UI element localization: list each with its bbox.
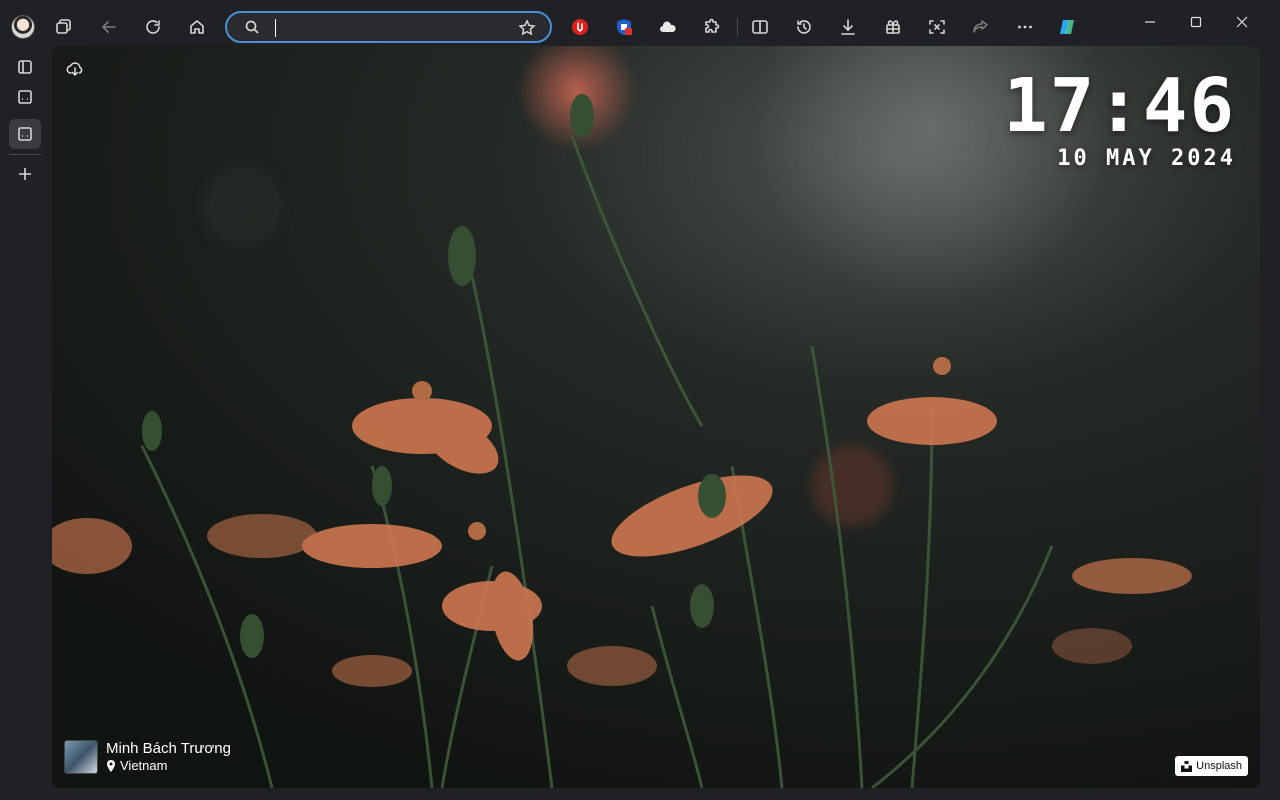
- unsplash-label: Unsplash: [1196, 760, 1242, 772]
- photographer-name[interactable]: Minh Bách Trương: [106, 740, 231, 758]
- clock-time: 17:46: [1003, 63, 1236, 149]
- unsplash-logo-icon: [1181, 760, 1193, 772]
- minimize-icon[interactable]: [1127, 8, 1173, 36]
- photo-credit[interactable]: Minh Bách Trương Vietnam: [64, 740, 231, 774]
- clock-widget: 17:46 10 MAY 2024: [1003, 66, 1236, 172]
- profile-avatar[interactable]: [11, 15, 35, 39]
- history-icon[interactable]: [788, 11, 820, 43]
- location-pin-icon: [107, 760, 115, 772]
- photo-location: Vietnam: [106, 758, 231, 774]
- sidebar-divider: [9, 154, 41, 155]
- vertical-tabs-sidebar: [0, 52, 50, 800]
- new-tab-plus-icon[interactable]: [9, 159, 41, 189]
- browser-toolbar: [0, 0, 1280, 52]
- close-icon[interactable]: [1219, 8, 1265, 36]
- clock-date: 10 MAY 2024: [1057, 146, 1236, 171]
- photographer-avatar[interactable]: [64, 740, 98, 774]
- collections-icon[interactable]: [877, 11, 909, 43]
- vertical-tab-icon[interactable]: [9, 82, 41, 112]
- downloads-icon[interactable]: [832, 11, 864, 43]
- unsplash-link[interactable]: Unsplash: [1175, 756, 1248, 776]
- refresh-icon[interactable]: [137, 11, 169, 43]
- photo-location-label: Vietnam: [120, 758, 168, 773]
- address-bar[interactable]: [225, 11, 552, 43]
- workspaces-icon[interactable]: [47, 11, 79, 43]
- share-icon[interactable]: [965, 11, 997, 43]
- back-arrow-icon[interactable]: [93, 11, 125, 43]
- red-extension-icon[interactable]: [564, 11, 596, 43]
- shield-extension-icon[interactable]: [608, 11, 640, 43]
- cloud-download-icon[interactable]: [64, 58, 86, 80]
- new-tab-page: 17:46 10 MAY 2024 Minh Bách Trương Vietn…: [52, 46, 1260, 788]
- search-icon: [244, 19, 260, 35]
- toolbar-divider: [737, 18, 738, 36]
- home-icon[interactable]: [181, 11, 213, 43]
- puzzle-extensions-icon[interactable]: [696, 11, 728, 43]
- text-caret: [275, 19, 276, 37]
- cloud-extension-icon[interactable]: [652, 11, 684, 43]
- tab-actions-icon[interactable]: [9, 52, 41, 82]
- screenshot-icon[interactable]: [921, 11, 953, 43]
- maximize-icon[interactable]: [1173, 8, 1219, 36]
- vertical-tab-active-icon[interactable]: [9, 119, 41, 149]
- address-input[interactable]: [273, 17, 513, 37]
- copilot-icon[interactable]: [1051, 11, 1083, 43]
- more-icon[interactable]: [1009, 11, 1041, 43]
- split-screen-icon[interactable]: [744, 11, 776, 43]
- star-icon[interactable]: [518, 19, 536, 37]
